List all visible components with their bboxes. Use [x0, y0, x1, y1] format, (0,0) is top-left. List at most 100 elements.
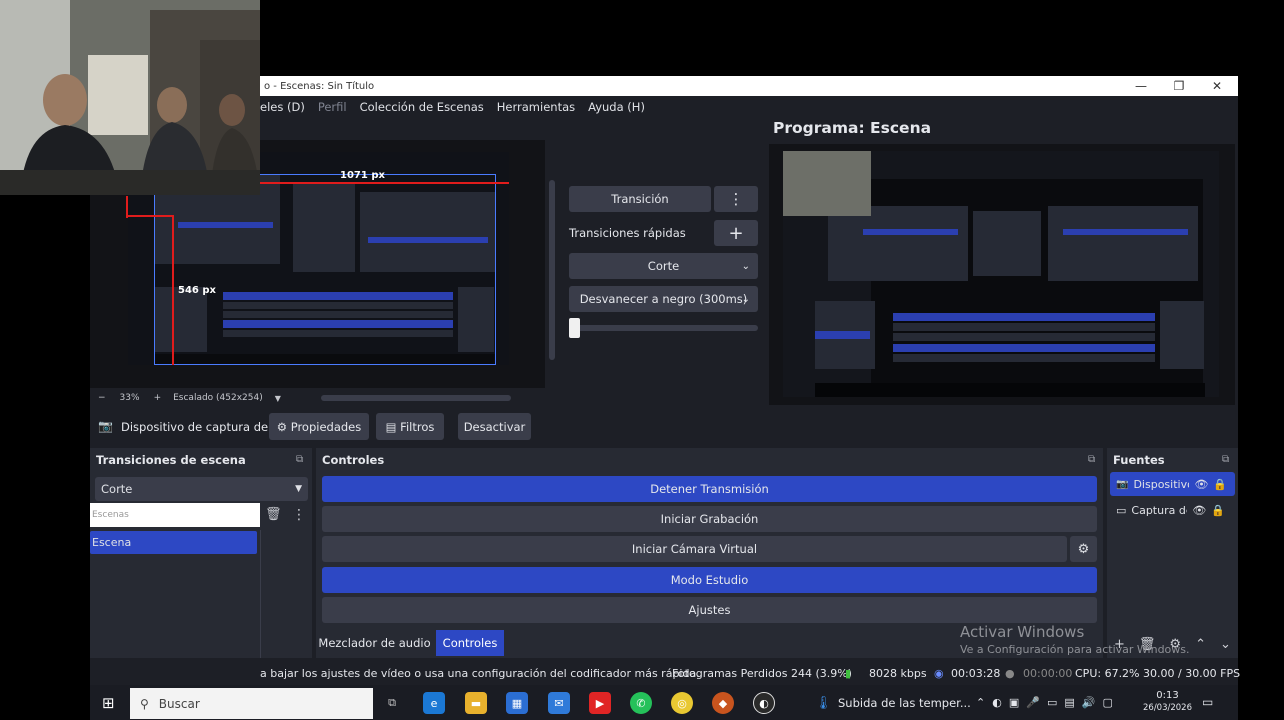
scene-item-escena[interactable]: Escena [90, 531, 257, 554]
nested-blue-strip-2 [1063, 229, 1188, 235]
scenes-filter-input[interactable]: Escenas [90, 503, 260, 527]
title-bar: o - Escenas: Sin Título — ❐ ✕ [260, 76, 1238, 96]
display-icon[interactable]: ▢ [1102, 696, 1112, 709]
deactivate-button[interactable]: Desactivar [458, 413, 531, 440]
obs-tray-icon[interactable]: ◐ [992, 696, 1002, 709]
whatsapp-icon[interactable]: ✆ [630, 692, 652, 714]
microphone-icon[interactable]: 🎤 [1026, 696, 1040, 709]
stream-time: 00:03:28 [951, 667, 1001, 680]
close-button[interactable]: ✕ [1198, 76, 1236, 96]
menu-item-herramientas[interactable]: Herramientas [497, 100, 575, 114]
chevron-down-icon[interactable]: ⌄ [1220, 637, 1231, 652]
preview-vertical-scrollbar[interactable] [549, 180, 555, 360]
program-canvas [783, 151, 1219, 397]
dropped-frames: Fotogramas Perdidos 244 (3.9%) [672, 667, 852, 680]
volume-icon[interactable]: 🔊 [1082, 696, 1096, 709]
nested-studio-button [893, 344, 1155, 352]
taskbar-search[interactable]: ⚲ Buscar [130, 688, 373, 719]
source-item-dispositivo[interactable]: 📷 Dispositivo 👁 🔒 [1110, 472, 1235, 496]
minimize-button[interactable]: — [1122, 76, 1160, 96]
task-view-icon[interactable]: ⧉ [381, 692, 403, 714]
maximize-button[interactable]: ❐ [1160, 76, 1198, 96]
eye-icon[interactable]: 👁 [1192, 504, 1206, 517]
scene-transitions-title: Transiciones de escena [96, 453, 246, 467]
meet-icon[interactable]: ▣ [1009, 696, 1019, 709]
tbar-slider-handle[interactable] [569, 318, 580, 338]
source-item-captura[interactable]: ▭ Captura de 👁 🔒 [1110, 498, 1235, 522]
app-icon[interactable]: ◆ [712, 692, 734, 714]
nested-camera-button [893, 333, 1155, 341]
menu-item-paneles[interactable]: eles (D) [260, 100, 305, 114]
stream-icon: ◉ [934, 667, 944, 680]
clock[interactable]: 0:13 26/03/2026 [1143, 689, 1192, 715]
youtube-icon[interactable]: ▶ [589, 692, 611, 714]
chevron-up-icon[interactable]: ⌃ [976, 696, 985, 709]
dock-float-icon[interactable]: ⧉ [1088, 454, 1095, 465]
tab-audio-mixer[interactable]: Mezclador de audio [318, 630, 431, 656]
zoom-out-button[interactable]: − [98, 393, 106, 403]
start-virtual-camera-button[interactable]: Iniciar Cámara Virtual [322, 536, 1067, 562]
stop-stream-button[interactable]: Detener Transmisión [322, 476, 1097, 502]
menu-item-perfil[interactable]: Perfil [318, 100, 347, 114]
bitrate: 8028 kbps [869, 667, 927, 680]
fade-black-transition-button[interactable]: Desvanecer a negro (300ms) ⌄ [569, 286, 758, 312]
nested-stream-button [893, 313, 1155, 321]
signal-icon: ▮ [845, 667, 852, 680]
preview-scrollbar[interactable] [320, 395, 511, 401]
network-icon[interactable]: ▤ [1064, 696, 1074, 709]
cut-label: Corte [647, 259, 680, 273]
sources-title: Fuentes [1113, 453, 1165, 467]
cut-transition-button[interactable]: Corte ⌄ [569, 253, 758, 279]
start-recording-button[interactable]: Iniciar Grabación [322, 506, 1097, 532]
lock-icon[interactable]: 🔒 [1213, 478, 1227, 491]
windows-start-icon[interactable]: ⊞ [102, 694, 115, 712]
edge-icon[interactable]: e [423, 692, 445, 714]
measure-top-label: 1071 px [340, 170, 385, 181]
chevron-down-icon: ⌄ [741, 260, 750, 272]
file-explorer-icon[interactable]: ▬ [465, 692, 487, 714]
dock-float-icon[interactable]: ⧉ [296, 454, 303, 465]
selected-source-name: Dispositivo de captura de v [121, 420, 279, 434]
menu-item-ayuda[interactable]: Ayuda (H) [588, 100, 645, 114]
camera-tray-icon[interactable]: ▭ [1047, 696, 1057, 709]
controls-title: Controles [322, 453, 385, 467]
chevron-up-icon[interactable]: ⌃ [1195, 637, 1206, 652]
tab-controls[interactable]: Controles [436, 630, 504, 656]
properties-label: Propiedades [290, 419, 362, 434]
menu-item-coleccion[interactable]: Colección de Escenas [360, 100, 484, 114]
source-item-label: Captura de [1131, 503, 1188, 517]
mail-icon[interactable]: ✉ [548, 692, 570, 714]
chevron-down-icon[interactable]: ▼ [275, 394, 281, 403]
properties-button[interactable]: ⚙ Propiedades [269, 413, 369, 440]
transition-select-value: Corte [101, 482, 133, 496]
eye-icon[interactable]: 👁 [1194, 478, 1208, 491]
add-quick-transition-button[interactable]: + [714, 220, 758, 246]
webcam-image [0, 0, 260, 195]
lock-icon[interactable]: 🔒 [1211, 504, 1225, 517]
selection-bounding-box[interactable] [154, 174, 496, 365]
status-message: a bajar los ajustes de vídeo o usa una c… [260, 667, 700, 680]
transition-button[interactable]: Transición [569, 186, 711, 212]
weather-notification[interactable]: Subida de las temper... [838, 696, 971, 710]
status-bar: a bajar los ajustes de vídeo o usa una c… [260, 663, 1240, 685]
virtual-camera-settings-gear-icon[interactable]: ⚙ [1070, 536, 1097, 562]
trash-icon[interactable]: 🗑 [265, 507, 282, 522]
thermometer-icon: 🌡 [815, 696, 832, 711]
settings-button[interactable]: Ajustes [322, 597, 1097, 623]
measure-line-short [126, 215, 174, 217]
nested-record-button [893, 323, 1155, 331]
tbar-slider-track[interactable] [569, 325, 758, 331]
notification-center-icon[interactable]: ▭ [1202, 695, 1213, 709]
studio-mode-button[interactable]: Modo Estudio [322, 567, 1097, 593]
zoom-in-button[interactable]: + [154, 393, 162, 403]
more-options-icon[interactable]: ⋮ [292, 507, 306, 523]
chrome-icon[interactable]: ◎ [671, 692, 693, 714]
nested-settings-button [893, 354, 1155, 362]
transition-menu-button[interactable]: ⋮ [714, 186, 758, 212]
transition-select[interactable]: Corte ▼ [95, 477, 308, 501]
dock-float-icon[interactable]: ⧉ [1222, 454, 1229, 465]
store-icon[interactable]: ▦ [506, 692, 528, 714]
obs-icon[interactable]: ◐ [753, 692, 775, 714]
filters-button[interactable]: ▤ Filtros [376, 413, 444, 440]
program-title: Programa: Escena [773, 119, 932, 137]
